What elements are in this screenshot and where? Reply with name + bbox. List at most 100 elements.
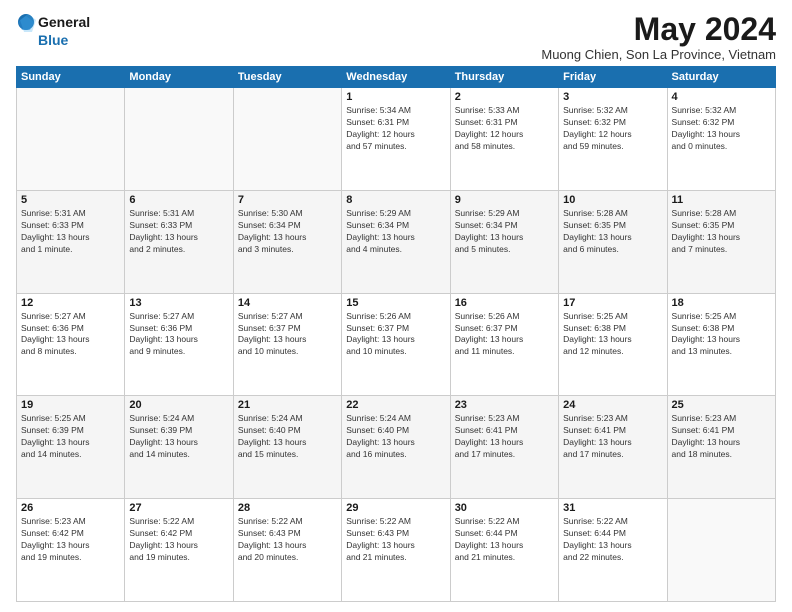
day-number: 11 — [672, 194, 771, 206]
calendar-cell: 21 Sunrise: 5:24 AMSunset: 6:40 PMDayligh… — [233, 396, 341, 499]
calendar-week-2: 12 Sunrise: 5:27 AMSunset: 6:36 PMDayligh… — [17, 293, 776, 396]
calendar-cell: 27Sunrise: 5:22 AMSunset: 6:42 PMDayligh… — [125, 499, 233, 602]
calendar-cell: 24Sunrise: 5:23 AMSunset: 6:41 PMDayligh… — [559, 396, 667, 499]
day-info: Sunrise: 5:23 AMSunset: 6:41 PMDaylight:… — [563, 413, 662, 461]
day-info: Sunrise: 5:29 AMSunset: 6:34 PMDaylight:… — [455, 208, 554, 256]
day-number: 31 — [563, 502, 662, 514]
day-number: 12 — [21, 297, 120, 309]
calendar-cell: 26 Sunrise: 5:23 AMSunset: 6:42 PMDayligh… — [17, 499, 125, 602]
calendar-cell: 16Sunrise: 5:26 AMSunset: 6:37 PMDayligh… — [450, 293, 558, 396]
day-number: 21 — [238, 399, 337, 411]
calendar-week-1: 5 Sunrise: 5:31 AMSunset: 6:33 PMDaylight… — [17, 190, 776, 293]
day-number: 22 — [346, 399, 445, 411]
calendar-cell — [667, 499, 775, 602]
day-number: 14 — [238, 297, 337, 309]
day-info: Sunrise: 5:26 AMSunset: 6:37 PMDaylight:… — [455, 311, 554, 359]
calendar-cell: 19 Sunrise: 5:25 AMSunset: 6:39 PMDayligh… — [17, 396, 125, 499]
calendar-cell: 25 Sunrise: 5:23 AMSunset: 6:41 PMDayligh… — [667, 396, 775, 499]
day-info: Sunrise: 5:25 AMSunset: 6:38 PMDaylight:… — [563, 311, 662, 359]
calendar-cell: 10Sunrise: 5:28 AMSunset: 6:35 PMDayligh… — [559, 190, 667, 293]
day-number: 1 — [346, 91, 445, 103]
calendar-cell — [17, 88, 125, 191]
day-number: 5 — [21, 194, 120, 206]
day-info: Sunrise: 5:31 AMSunset: 6:33 PMDaylight:… — [21, 208, 120, 256]
day-number: 19 — [21, 399, 120, 411]
calendar-cell: 7 Sunrise: 5:30 AMSunset: 6:34 PMDaylight… — [233, 190, 341, 293]
header-tuesday: Tuesday — [233, 67, 341, 88]
day-info: Sunrise: 5:33 AMSunset: 6:31 PMDaylight:… — [455, 105, 554, 153]
calendar-cell: 5 Sunrise: 5:31 AMSunset: 6:33 PMDaylight… — [17, 190, 125, 293]
header-thursday: Thursday — [450, 67, 558, 88]
calendar-cell: 1 Sunrise: 5:34 AMSunset: 6:31 PMDaylight… — [342, 88, 450, 191]
calendar-week-4: 26 Sunrise: 5:23 AMSunset: 6:42 PMDayligh… — [17, 499, 776, 602]
day-info: Sunrise: 5:23 AMSunset: 6:42 PMDaylight:… — [21, 516, 120, 564]
logo: General Blue — [16, 12, 90, 48]
calendar-title: May 2024 — [541, 12, 776, 47]
day-info: Sunrise: 5:30 AMSunset: 6:34 PMDaylight:… — [238, 208, 337, 256]
day-number: 27 — [129, 502, 228, 514]
day-number: 29 — [346, 502, 445, 514]
day-info: Sunrise: 5:23 AMSunset: 6:41 PMDaylight:… — [672, 413, 771, 461]
logo-icon — [16, 12, 36, 32]
day-number: 25 — [672, 399, 771, 411]
day-number: 13 — [129, 297, 228, 309]
calendar-table: Sunday Monday Tuesday Wednesday Thursday… — [16, 66, 776, 602]
day-info: Sunrise: 5:29 AMSunset: 6:34 PMDaylight:… — [346, 208, 445, 256]
day-number: 10 — [563, 194, 662, 206]
day-number: 20 — [129, 399, 228, 411]
calendar-cell: 23Sunrise: 5:23 AMSunset: 6:41 PMDayligh… — [450, 396, 558, 499]
header-sunday: Sunday — [17, 67, 125, 88]
day-info: Sunrise: 5:27 AMSunset: 6:37 PMDaylight:… — [238, 311, 337, 359]
day-number: 6 — [129, 194, 228, 206]
day-info: Sunrise: 5:24 AMSunset: 6:40 PMDaylight:… — [238, 413, 337, 461]
day-number: 2 — [455, 91, 554, 103]
calendar-header-row: Sunday Monday Tuesday Wednesday Thursday… — [17, 67, 776, 88]
day-number: 17 — [563, 297, 662, 309]
day-info: Sunrise: 5:27 AMSunset: 6:36 PMDaylight:… — [21, 311, 120, 359]
header-monday: Monday — [125, 67, 233, 88]
calendar-cell: 22 Sunrise: 5:24 AMSunset: 6:40 PMDayligh… — [342, 396, 450, 499]
day-number: 8 — [346, 194, 445, 206]
day-info: Sunrise: 5:22 AMSunset: 6:43 PMDaylight:… — [346, 516, 445, 564]
header: General Blue May 2024 Muong Chien, Son L… — [16, 12, 776, 62]
day-number: 26 — [21, 502, 120, 514]
calendar-cell: 6Sunrise: 5:31 AMSunset: 6:33 PMDaylight… — [125, 190, 233, 293]
day-number: 7 — [238, 194, 337, 206]
day-number: 3 — [563, 91, 662, 103]
calendar-cell: 15 Sunrise: 5:26 AMSunset: 6:37 PMDayligh… — [342, 293, 450, 396]
calendar-cell: 28Sunrise: 5:22 AMSunset: 6:43 PMDayligh… — [233, 499, 341, 602]
calendar-cell: 17 Sunrise: 5:25 AMSunset: 6:38 PMDayligh… — [559, 293, 667, 396]
day-number: 15 — [346, 297, 445, 309]
day-info: Sunrise: 5:32 AMSunset: 6:32 PMDaylight:… — [672, 105, 771, 153]
day-info: Sunrise: 5:24 AMSunset: 6:40 PMDaylight:… — [346, 413, 445, 461]
day-number: 18 — [672, 297, 771, 309]
calendar-cell: 29 Sunrise: 5:22 AMSunset: 6:43 PMDayligh… — [342, 499, 450, 602]
day-info: Sunrise: 5:27 AMSunset: 6:36 PMDaylight:… — [129, 311, 228, 359]
calendar-week-0: 1 Sunrise: 5:34 AMSunset: 6:31 PMDaylight… — [17, 88, 776, 191]
day-number: 30 — [455, 502, 554, 514]
calendar-cell: 12 Sunrise: 5:27 AMSunset: 6:36 PMDayligh… — [17, 293, 125, 396]
day-info: Sunrise: 5:34 AMSunset: 6:31 PMDaylight:… — [346, 105, 445, 153]
calendar-cell: 3Sunrise: 5:32 AMSunset: 6:32 PMDaylight… — [559, 88, 667, 191]
day-info: Sunrise: 5:22 AMSunset: 6:44 PMDaylight:… — [455, 516, 554, 564]
calendar-cell: 20 Sunrise: 5:24 AMSunset: 6:39 PMDayligh… — [125, 396, 233, 499]
calendar-cell — [233, 88, 341, 191]
calendar-cell: 11 Sunrise: 5:28 AMSunset: 6:35 PMDayligh… — [667, 190, 775, 293]
title-block: May 2024 Muong Chien, Son La Province, V… — [541, 12, 776, 62]
calendar-week-3: 19 Sunrise: 5:25 AMSunset: 6:39 PMDayligh… — [17, 396, 776, 499]
calendar-cell: 9 Sunrise: 5:29 AMSunset: 6:34 PMDaylight… — [450, 190, 558, 293]
logo-blue-text: Blue — [38, 32, 68, 48]
page: General Blue May 2024 Muong Chien, Son L… — [0, 0, 792, 612]
day-info: Sunrise: 5:28 AMSunset: 6:35 PMDaylight:… — [672, 208, 771, 256]
calendar-cell: 2 Sunrise: 5:33 AMSunset: 6:31 PMDaylight… — [450, 88, 558, 191]
day-info: Sunrise: 5:25 AMSunset: 6:38 PMDaylight:… — [672, 311, 771, 359]
header-wednesday: Wednesday — [342, 67, 450, 88]
day-info: Sunrise: 5:25 AMSunset: 6:39 PMDaylight:… — [21, 413, 120, 461]
calendar-cell: 14 Sunrise: 5:27 AMSunset: 6:37 PMDayligh… — [233, 293, 341, 396]
day-info: Sunrise: 5:24 AMSunset: 6:39 PMDaylight:… — [129, 413, 228, 461]
logo-general-text: General — [38, 14, 90, 30]
calendar-cell: 18 Sunrise: 5:25 AMSunset: 6:38 PMDayligh… — [667, 293, 775, 396]
day-number: 9 — [455, 194, 554, 206]
day-number: 23 — [455, 399, 554, 411]
day-info: Sunrise: 5:26 AMSunset: 6:37 PMDaylight:… — [346, 311, 445, 359]
